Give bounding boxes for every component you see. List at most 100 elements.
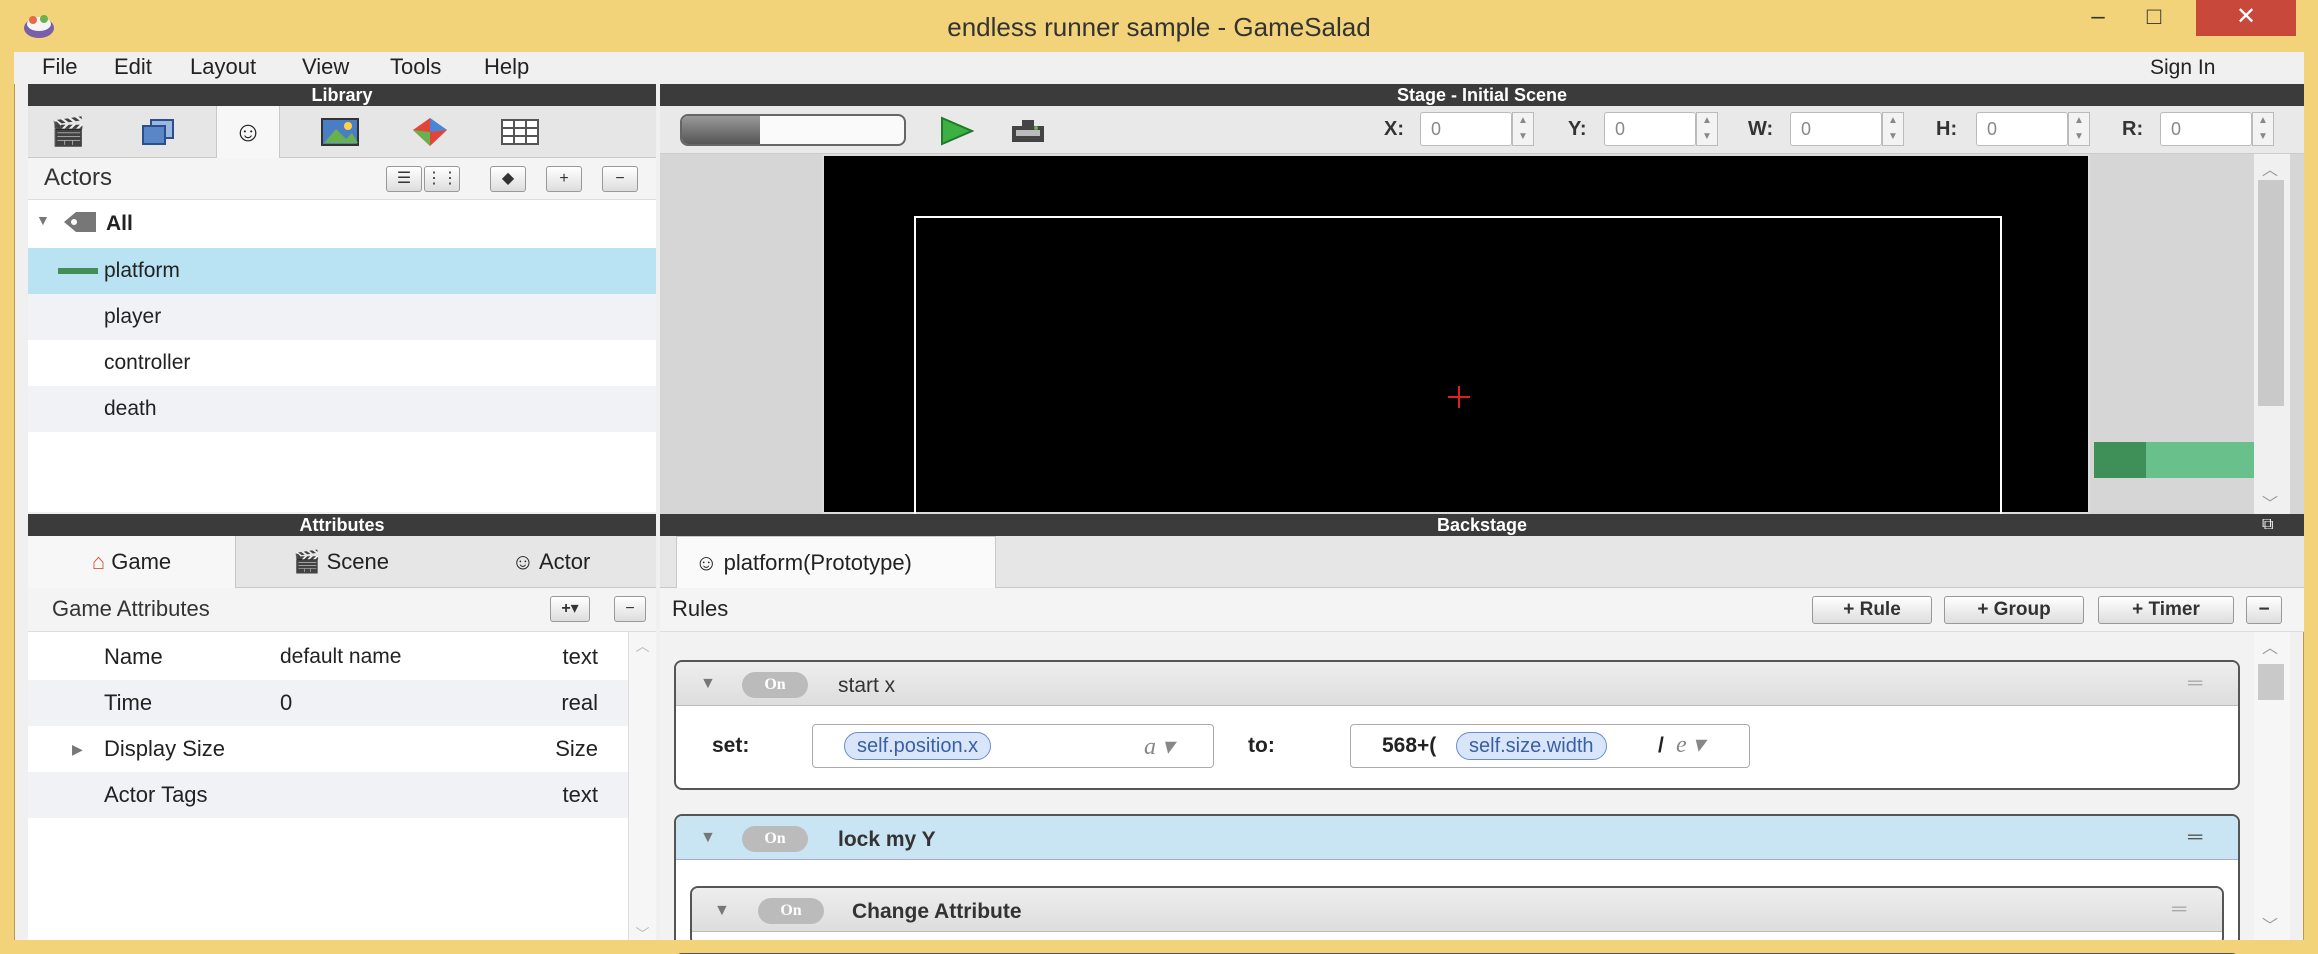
scroll-down-icon[interactable]: ﹀: [2262, 490, 2278, 514]
minimize-button[interactable]: –: [2068, 0, 2128, 36]
w-spinner[interactable]: ▲ ▼: [1882, 112, 1904, 146]
attribute-token[interactable]: self.size.width: [1456, 732, 1607, 760]
grid-view-icon[interactable]: ⋮⋮: [424, 166, 460, 192]
tab-actor[interactable]: ☺ Actor: [446, 536, 656, 588]
add-rule-button[interactable]: + Rule: [1812, 596, 1932, 624]
collapse-triangle-icon[interactable]: ▼: [714, 902, 730, 920]
behavior-title[interactable]: lock my Y: [838, 828, 936, 852]
attribute-name: Name: [104, 644, 163, 669]
actor-row-player[interactable]: player: [28, 294, 656, 340]
collapse-triangle-icon[interactable]: ▼: [700, 829, 716, 847]
r-field[interactable]: 0: [2160, 112, 2252, 146]
menu-tools[interactable]: Tools: [390, 54, 441, 80]
collapse-triangle-icon[interactable]: ▼: [700, 675, 716, 693]
list-view-icon[interactable]: ☰: [386, 166, 422, 192]
camera-bounds: [914, 216, 2002, 516]
plus-icon: +: [561, 600, 571, 617]
detach-window-icon[interactable]: ⧉: [2262, 516, 2273, 534]
scroll-up-icon[interactable]: ︿: [2262, 634, 2278, 658]
attribute-token[interactable]: self.position.x: [844, 732, 992, 760]
r-label: R:: [2122, 118, 2144, 140]
tag-icon[interactable]: ◆: [490, 166, 526, 192]
scenes-tab-clapper-icon[interactable]: 🎬: [36, 106, 100, 158]
actors-tab-mask-icon[interactable]: ☺: [216, 106, 280, 158]
attribute-row-display-size[interactable]: ▶ Display Size Size: [28, 726, 628, 772]
on-toggle[interactable]: On: [758, 898, 824, 924]
attribute-type: text: [562, 782, 598, 807]
actor-row-platform[interactable]: platform: [28, 248, 656, 294]
images-tab-picture-icon[interactable]: [308, 106, 372, 158]
behavior-title[interactable]: Change Attribute: [852, 900, 1022, 924]
window-title: endless runner sample - GameSalad: [947, 12, 1371, 42]
drag-handle-icon[interactable]: ═: [2188, 826, 2202, 849]
actor-name: player: [104, 305, 162, 328]
on-toggle[interactable]: On: [742, 826, 808, 852]
expression-editor-icon[interactable]: e ▾: [1676, 730, 1705, 759]
scroll-down-icon[interactable]: ﹀: [2262, 912, 2278, 936]
mask-icon: ☺: [511, 549, 535, 574]
remove-rule-button[interactable]: −: [2246, 596, 2282, 624]
tab-scene[interactable]: 🎬 Scene: [236, 536, 446, 588]
actor-name: death: [104, 397, 157, 420]
scroll-up-icon[interactable]: ︿: [2262, 156, 2278, 180]
add-attribute-button[interactable]: +▾: [550, 596, 590, 622]
on-toggle[interactable]: On: [742, 672, 808, 698]
maximize-button[interactable]: □: [2124, 0, 2184, 36]
rules-scroll-thumb[interactable]: [2258, 664, 2284, 700]
h-spinner[interactable]: ▲ ▼: [2068, 112, 2090, 146]
attribute-picker-icon[interactable]: a ▾: [1144, 732, 1174, 761]
remove-actor-button[interactable]: −: [602, 166, 638, 192]
tab-label: Actor: [539, 549, 591, 574]
y-spinner[interactable]: ▲ ▼: [1696, 112, 1718, 146]
tab-game[interactable]: ⌂ Game: [28, 536, 236, 588]
x-spinner[interactable]: ▲ ▼: [1512, 112, 1534, 146]
expand-triangle-icon[interactable]: ▼: [36, 212, 50, 228]
rules-title: Rules: [672, 596, 729, 621]
drag-handle-icon[interactable]: ═: [2188, 672, 2202, 695]
attribute-row-name[interactable]: Name default name text: [28, 634, 628, 680]
tab-label: Scene: [326, 549, 389, 574]
progress-fill: [682, 116, 760, 144]
drag-handle-icon[interactable]: ═: [2172, 898, 2186, 921]
window-bottom-border: [14, 940, 2304, 953]
actor-row-death[interactable]: death: [28, 386, 656, 432]
add-timer-button[interactable]: + Timer: [2098, 596, 2234, 624]
menu-edit[interactable]: Edit: [114, 54, 152, 80]
remove-attribute-button[interactable]: −: [614, 596, 646, 622]
x-field[interactable]: 0: [1420, 112, 1512, 146]
w-field[interactable]: 0: [1790, 112, 1882, 146]
platform-thumbnail-icon: [58, 268, 98, 274]
menu-layout[interactable]: Layout: [190, 54, 256, 80]
group-all-label[interactable]: All: [106, 212, 133, 236]
camera-icon[interactable]: [1008, 116, 1048, 146]
mask-icon: ☺: [695, 550, 718, 575]
actor-row-controller[interactable]: controller: [28, 340, 656, 386]
behaviors-tab-gem-icon[interactable]: [398, 106, 462, 158]
behavior-title[interactable]: start x: [838, 674, 895, 698]
h-label: H:: [1936, 118, 1958, 140]
tab-platform-prototype[interactable]: ☺ platform(Prototype): [676, 536, 996, 589]
tables-tab-grid-icon[interactable]: [488, 106, 552, 158]
menu-help[interactable]: Help: [484, 54, 529, 80]
add-group-button[interactable]: + Group: [1944, 596, 2084, 624]
attributes-scrollbar[interactable]: ︿ ﹀: [628, 632, 656, 942]
actor-name: controller: [104, 351, 191, 374]
add-actor-button[interactable]: +: [546, 166, 582, 192]
expand-arrow-icon[interactable]: ▶: [72, 726, 83, 772]
attribute-row-time[interactable]: Time 0 real: [28, 680, 628, 726]
to-label: to:: [1248, 734, 1275, 757]
close-button[interactable]: ✕: [2196, 0, 2296, 36]
scroll-up-icon[interactable]: ︿: [629, 636, 656, 656]
h-field[interactable]: 0: [1976, 112, 2068, 146]
menu-view[interactable]: View: [302, 54, 349, 80]
behavior-header[interactable]: [676, 662, 2238, 706]
sign-in-link[interactable]: Sign In: [2150, 56, 2215, 80]
play-icon[interactable]: [940, 116, 974, 146]
stage-scroll-thumb[interactable]: [2258, 180, 2284, 406]
menu-file[interactable]: File: [42, 54, 77, 80]
windows-tab-icon[interactable]: [126, 106, 190, 158]
expression-prefix: 568+(: [1382, 734, 1437, 757]
attribute-row-actor-tags[interactable]: Actor Tags text: [28, 772, 628, 818]
y-field[interactable]: 0: [1604, 112, 1696, 146]
r-spinner[interactable]: ▲ ▼: [2252, 112, 2274, 146]
